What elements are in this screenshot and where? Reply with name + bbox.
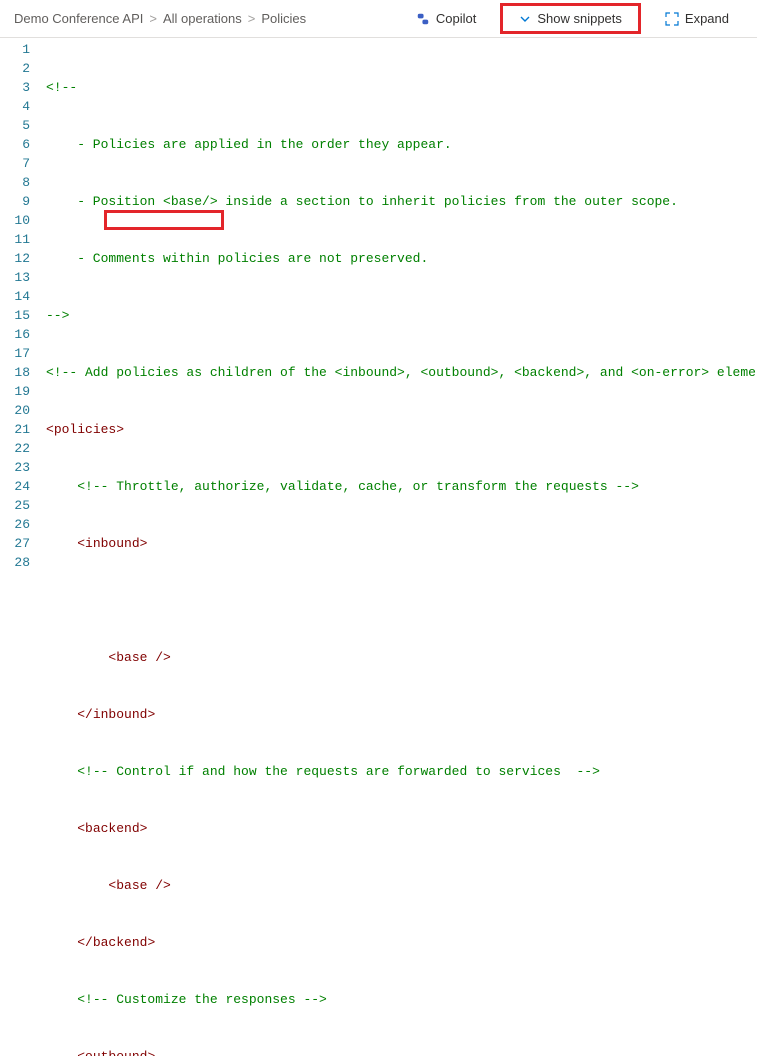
breadcrumb: Demo Conference API > All operations > P… <box>14 11 306 26</box>
copilot-button[interactable]: Copilot <box>406 5 486 32</box>
expand-label: Expand <box>685 11 729 26</box>
line-number: 15 <box>0 306 30 325</box>
line-number: 5 <box>0 116 30 135</box>
line-number: 20 <box>0 401 30 420</box>
line-number: 27 <box>0 534 30 553</box>
copilot-icon <box>416 12 430 26</box>
line-number: 11 <box>0 230 30 249</box>
line-number: 19 <box>0 382 30 401</box>
code-text: <!-- Add policies as children of the <in… <box>46 365 756 380</box>
line-number-gutter: 1234567891011121314151617181920212223242… <box>0 40 44 1056</box>
code-text: - Comments within policies are not prese… <box>46 251 428 266</box>
highlight-box-code <box>104 210 224 230</box>
line-number: 18 <box>0 363 30 382</box>
line-number: 26 <box>0 515 30 534</box>
editor-header: Demo Conference API > All operations > P… <box>0 0 757 38</box>
expand-button[interactable]: Expand <box>655 5 739 32</box>
breadcrumb-sep: > <box>248 11 256 26</box>
line-number: 16 <box>0 325 30 344</box>
toolbar: Copilot Show snippets Expand <box>406 3 739 34</box>
show-snippets-button[interactable]: Show snippets <box>500 3 641 34</box>
line-number: 2 <box>0 59 30 78</box>
line-number: 23 <box>0 458 30 477</box>
line-number: 12 <box>0 249 30 268</box>
line-number: 9 <box>0 192 30 211</box>
expand-icon <box>665 12 679 26</box>
code-editor[interactable]: 1234567891011121314151617181920212223242… <box>0 38 757 1056</box>
code-text: --> <box>46 308 69 323</box>
line-number: 1 <box>0 40 30 59</box>
line-number: 8 <box>0 173 30 192</box>
code-area[interactable]: <!-- - Policies are applied in the order… <box>44 40 757 1056</box>
code-text: <!-- <box>46 80 77 95</box>
code-text: - Policies are applied in the order they… <box>46 137 452 152</box>
line-number: 17 <box>0 344 30 363</box>
show-snippets-label: Show snippets <box>537 11 622 26</box>
line-number: 10 <box>0 211 30 230</box>
breadcrumb-operations[interactable]: All operations <box>163 11 242 26</box>
line-number: 21 <box>0 420 30 439</box>
line-number: 24 <box>0 477 30 496</box>
line-number: 25 <box>0 496 30 515</box>
breadcrumb-policies[interactable]: Policies <box>261 11 306 26</box>
line-number: 6 <box>0 135 30 154</box>
line-number: 3 <box>0 78 30 97</box>
chevron-down-icon <box>519 13 531 25</box>
line-number: 14 <box>0 287 30 306</box>
line-number: 4 <box>0 97 30 116</box>
line-number: 28 <box>0 553 30 572</box>
line-number: 7 <box>0 154 30 173</box>
breadcrumb-sep: > <box>149 11 157 26</box>
line-number: 13 <box>0 268 30 287</box>
breadcrumb-api[interactable]: Demo Conference API <box>14 11 143 26</box>
code-text: - Position <base/> inside a section to i… <box>46 194 678 209</box>
copilot-label: Copilot <box>436 11 476 26</box>
line-number: 22 <box>0 439 30 458</box>
